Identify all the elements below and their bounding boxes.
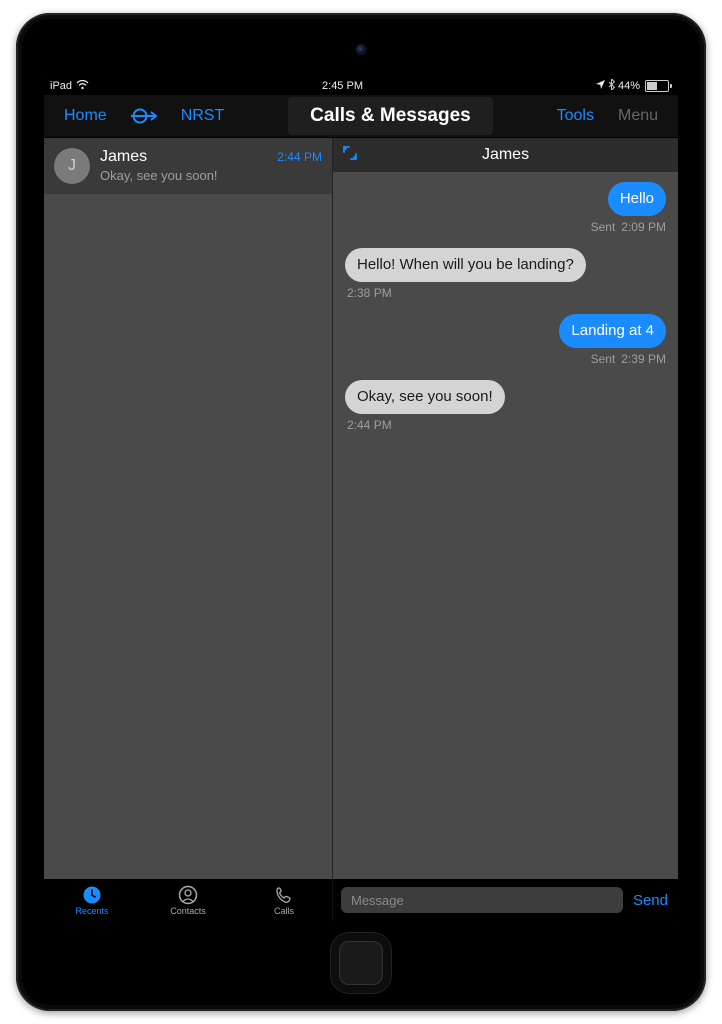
- message-time: 2:38 PM: [347, 286, 392, 300]
- message-received: Okay, see you soon! 2:44 PM: [345, 380, 666, 432]
- location-icon: [596, 80, 605, 92]
- tab-contacts[interactable]: Contacts: [140, 879, 236, 921]
- message-status: Sent: [591, 352, 616, 366]
- message-status: Sent: [591, 220, 616, 234]
- tab-label: Calls: [274, 906, 294, 916]
- message-bubble: Hello! When will you be landing?: [345, 248, 586, 282]
- message-sent: Hello Sent 2:09 PM: [345, 182, 666, 234]
- nav-tools[interactable]: Tools: [547, 101, 604, 131]
- nav-home[interactable]: Home: [54, 101, 117, 131]
- direct-to-icon[interactable]: [121, 101, 167, 131]
- avatar-initial: J: [68, 157, 76, 175]
- message-list[interactable]: Hello Sent 2:09 PM Hello! When will you …: [333, 172, 678, 879]
- ipad-frame: iPad 2:45 PM: [16, 13, 706, 1011]
- expand-icon[interactable]: [341, 144, 359, 165]
- message-received: Hello! When will you be landing? 2:38 PM: [345, 248, 666, 300]
- wifi-icon: [76, 80, 89, 93]
- thread-row[interactable]: J James 2:44 PM Okay, see you soon!: [44, 138, 332, 194]
- avatar: J: [54, 148, 90, 184]
- tab-bar: Recents Contacts Calls: [44, 879, 333, 921]
- thread-preview: Okay, see you soon!: [100, 168, 322, 183]
- top-nav: Home NRST Calls & Messages Tools Menu: [44, 95, 678, 138]
- conversation-title: James: [333, 146, 678, 164]
- message-time: 2:09 PM: [621, 220, 666, 234]
- status-time: 2:45 PM: [89, 80, 596, 92]
- message-bubble: Okay, see you soon!: [345, 380, 505, 414]
- status-bar: iPad 2:45 PM: [44, 77, 678, 95]
- battery-percent: 44%: [618, 80, 640, 92]
- phone-icon: [274, 885, 294, 905]
- nav-menu[interactable]: Menu: [608, 101, 668, 131]
- message-bubble: Landing at 4: [559, 314, 666, 348]
- message-time: 2:44 PM: [347, 418, 392, 432]
- tab-label: Contacts: [170, 906, 206, 916]
- page-title: Calls & Messages: [288, 97, 493, 135]
- compose-bar: Send: [333, 879, 678, 921]
- tab-label: Recents: [75, 906, 108, 916]
- thread-name: James: [100, 148, 147, 166]
- bluetooth-icon: [608, 79, 615, 93]
- message-time: 2:39 PM: [621, 352, 666, 366]
- screen: iPad 2:45 PM: [44, 77, 678, 921]
- tab-calls[interactable]: Calls: [236, 879, 332, 921]
- conversation-pane: James Hello Sent 2:09 PM H: [333, 138, 678, 879]
- send-button[interactable]: Send: [631, 888, 670, 913]
- thread-list: J James 2:44 PM Okay, see you soon!: [44, 138, 333, 879]
- camera-dot: [357, 45, 366, 54]
- tab-recents[interactable]: Recents: [44, 879, 140, 921]
- device-label: iPad: [50, 80, 72, 92]
- home-button[interactable]: [339, 941, 383, 985]
- message-bubble: Hello: [608, 182, 666, 216]
- thread-time: 2:44 PM: [277, 150, 322, 164]
- message-input[interactable]: [341, 887, 623, 913]
- nav-nrst[interactable]: NRST: [171, 101, 235, 131]
- conversation-header: James: [333, 138, 678, 172]
- message-sent: Landing at 4 Sent 2:39 PM: [345, 314, 666, 366]
- clock-icon: [82, 885, 102, 905]
- contact-icon: [178, 885, 198, 905]
- battery-icon: [643, 80, 672, 92]
